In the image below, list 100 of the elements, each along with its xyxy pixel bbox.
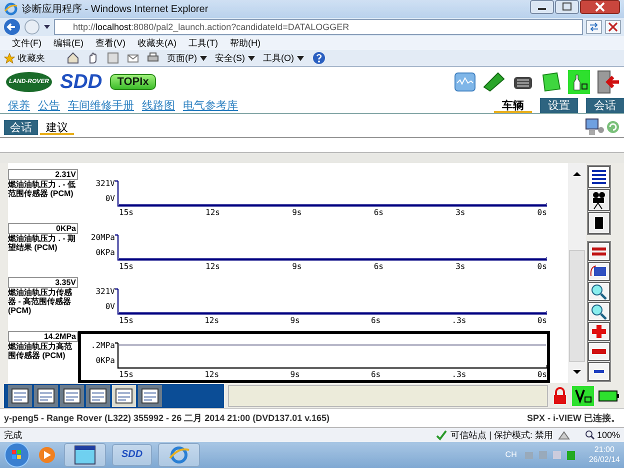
axis-label: 9s — [292, 208, 302, 217]
menu-item[interactable]: 收藏夹(A) — [138, 36, 176, 50]
zoom-out-icon[interactable] — [588, 302, 610, 321]
swap-icon[interactable] — [588, 242, 610, 261]
wrench-icon[interactable] — [482, 71, 506, 93]
zoom-button[interactable]: 100% — [584, 430, 620, 440]
checkmark-icon — [436, 430, 447, 441]
sub-tab[interactable]: 建议 — [40, 120, 74, 135]
mail-icon[interactable] — [127, 52, 139, 64]
close-button[interactable] — [580, 0, 620, 14]
chart-area[interactable]: 20MPa 0KPa 15s 12s 9s 6s 3s 0s — [78, 222, 550, 275]
value-readout: 3.35V — [8, 276, 78, 288]
toolbar-tab[interactable] — [60, 384, 84, 407]
menu-item[interactable]: 编辑(E) — [54, 36, 84, 50]
parameter-label: 燃油油轨压力高范围传感器 (PCM) — [8, 342, 73, 360]
edit-list-icon[interactable] — [588, 262, 610, 281]
bottle-icon[interactable] — [568, 70, 590, 94]
nav-link[interactable]: 车间维修手册 — [68, 98, 134, 113]
help-icon[interactable] — [312, 51, 326, 66]
menu-item[interactable]: 工具(T) — [188, 36, 218, 50]
list-icon[interactable] — [588, 166, 610, 188]
add-icon[interactable] — [588, 322, 610, 341]
caret-icon — [200, 56, 207, 61]
star-icon — [4, 52, 15, 64]
back-button[interactable] — [3, 18, 21, 36]
toolbar-menu[interactable]: 工具(O) — [263, 52, 304, 65]
topix-button[interactable]: TOPIx — [110, 74, 156, 90]
browser-icon — [4, 2, 18, 16]
sub-tab[interactable]: 会话 — [4, 120, 38, 135]
magnifier-icon — [584, 430, 595, 440]
value-readout: 14.2MPa — [8, 330, 78, 342]
toolbar-tab[interactable] — [138, 384, 162, 407]
toolbar-tab[interactable] — [34, 384, 58, 407]
toolbar-menu[interactable]: 页面(P) — [167, 52, 207, 65]
lock-icon[interactable] — [552, 386, 568, 405]
connection-status: SPX - i-VIEW 已连接。 — [526, 412, 620, 425]
favorites-button[interactable]: 收藏夹 — [4, 52, 45, 65]
nav-link[interactable]: 线路图 — [142, 98, 175, 113]
main-tab[interactable]: 车辆 — [494, 98, 532, 113]
battery-icon[interactable] — [598, 388, 620, 403]
start-button[interactable] — [4, 442, 30, 468]
main-tab[interactable]: 会话 — [586, 98, 624, 113]
axis-label: 3s — [456, 262, 466, 271]
exit-door-icon[interactable] — [596, 70, 620, 94]
axis-label: 9s — [292, 262, 302, 271]
parameter-label: 燃油油轨压力 . - 低范围传感器 (PCM) — [8, 180, 77, 198]
dropdown-icon[interactable] — [43, 22, 51, 31]
taskbar-item[interactable] — [64, 442, 106, 467]
scroll-thumb[interactable] — [569, 250, 585, 362]
toolbar-menu[interactable]: 安全(S) — [215, 52, 255, 65]
printer-icon[interactable] — [147, 52, 159, 64]
nav-link[interactable]: 公告 — [38, 98, 60, 113]
axis-label: 9s — [290, 316, 300, 325]
axis-label: 15s — [119, 262, 134, 271]
chart-area[interactable]: 321V 0V 15s 12s 9s 6s .3s 0s — [78, 276, 550, 329]
window-icon — [74, 444, 96, 465]
toolbar-tab[interactable] — [86, 384, 110, 407]
value-readout: 0KPa — [8, 222, 78, 234]
axis-label: 0V — [105, 194, 115, 203]
maximize-button[interactable] — [555, 0, 579, 14]
minus-icon[interactable] — [588, 362, 610, 381]
axis-label: 15s — [119, 316, 134, 325]
axis-label: 0s — [537, 208, 547, 217]
parameter-label: 燃油油轨压力 . - 期望结果 (PCM) — [8, 234, 77, 252]
security-zone: 可信站点 | 保护模式: 禁用 — [450, 428, 553, 442]
nav-link[interactable]: 电气参考库 — [183, 98, 238, 113]
computer-icon[interactable] — [584, 118, 604, 136]
axis-label: 0s — [537, 370, 547, 379]
toolbar-tab[interactable] — [8, 384, 32, 407]
remove-icon[interactable] — [588, 342, 610, 361]
axis-label: 0KPa — [96, 248, 115, 257]
menu-item[interactable]: 查看(V) — [96, 36, 126, 50]
refresh-button[interactable] — [586, 20, 602, 34]
axis-label: 12s — [206, 262, 220, 271]
axis-label: 0s — [537, 316, 547, 325]
session-info: y-peng5 - Range Rover (L322) 355992 - 26 二月 2014 21:00 (DVD137.01 v.165) — [4, 412, 330, 425]
stop-button[interactable] — [605, 20, 621, 34]
main-tab[interactable]: 设置 — [540, 98, 578, 113]
axis-label: 12s — [204, 370, 220, 379]
stop-icon[interactable] — [588, 212, 610, 234]
chart-area[interactable]: .2MPa 0KPa 15s 12s 9s 6s .3s 0s — [78, 330, 550, 383]
voltage-icon[interactable] — [572, 386, 594, 406]
axis-label: .3s — [452, 370, 466, 379]
media-player-icon[interactable] — [36, 444, 58, 465]
menu-item[interactable]: 文件(F) — [12, 36, 42, 50]
nav-link[interactable]: 保养 — [8, 98, 30, 113]
caret-icon — [248, 56, 255, 61]
minimize-button[interactable] — [530, 0, 554, 14]
parameter-label: 燃油油轨压力传感器 - 高范围传感器 (PCM) — [8, 288, 73, 315]
chart-area[interactable]: 321V 0V 15s 12s 9s 6s 3s 0s — [78, 168, 550, 221]
waveform-icon[interactable] — [454, 72, 476, 92]
axis-label: 321V — [96, 286, 115, 296]
address-field[interactable]: http://localhost:8080/pal2_launch.action?candidateId=DATALOGGER — [54, 18, 583, 35]
taskbar-item[interactable]: SDD — [112, 444, 152, 466]
camera-icon[interactable] — [588, 188, 610, 211]
home-icon[interactable] — [67, 52, 79, 64]
axis-label: 15s — [119, 208, 134, 217]
toolbar-tab[interactable] — [112, 384, 136, 407]
zoom-in-icon[interactable] — [588, 282, 610, 301]
menu-item[interactable]: 帮助(H) — [230, 36, 260, 50]
